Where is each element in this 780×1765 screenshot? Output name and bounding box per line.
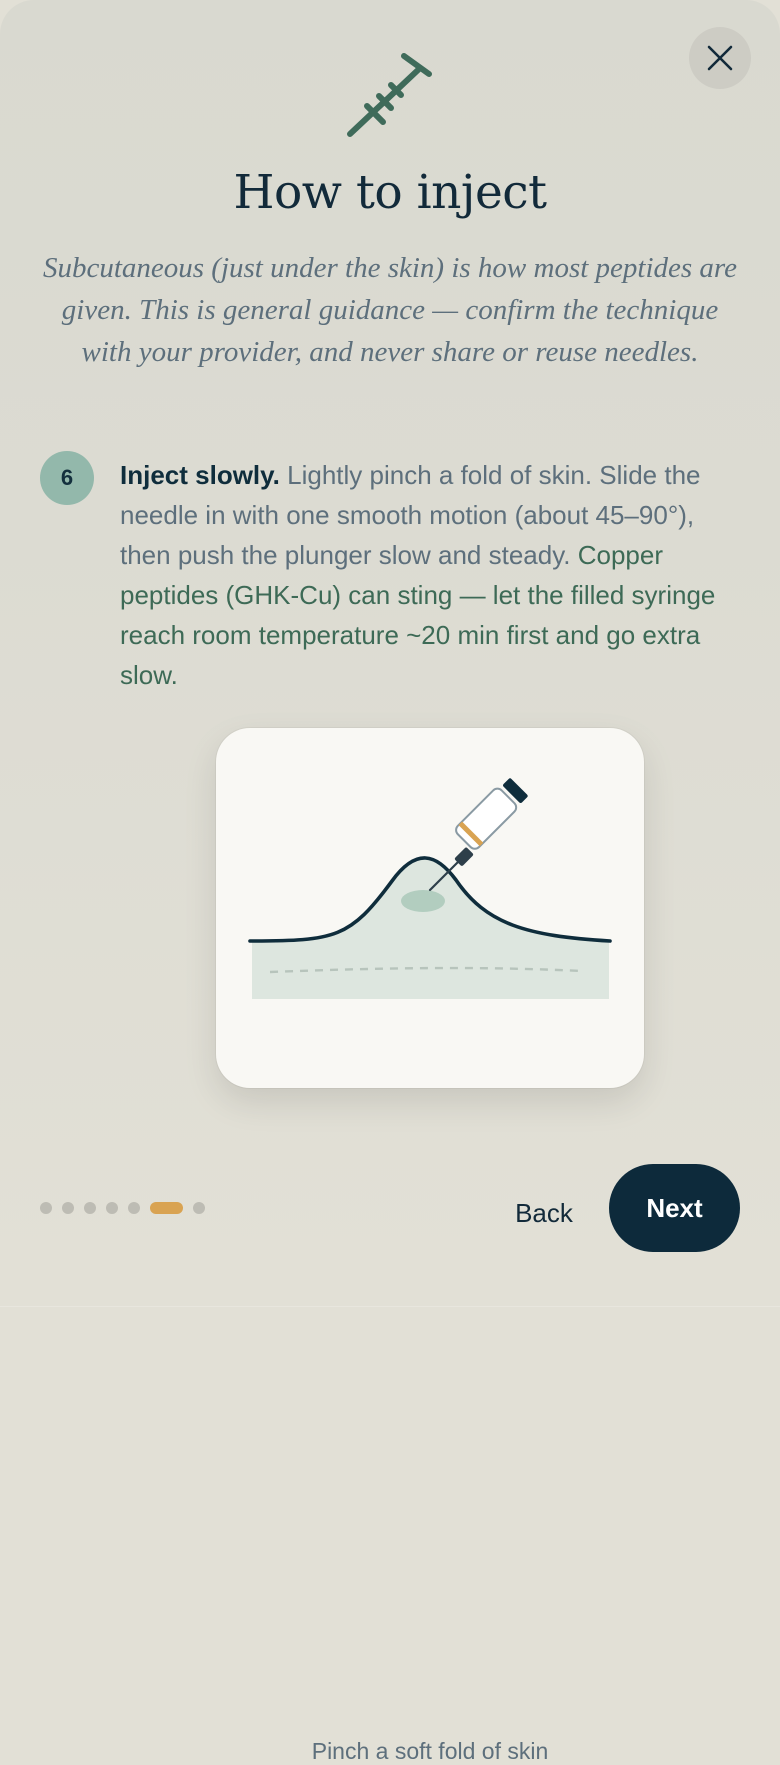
progress-dot	[40, 1202, 52, 1214]
step-progress-dots	[40, 1201, 205, 1215]
progress-dot	[62, 1202, 74, 1214]
next-button[interactable]: Next	[609, 1164, 740, 1252]
progress-dot	[106, 1202, 118, 1214]
progress-dot	[84, 1202, 96, 1214]
illustration-card: Pinch a soft fold of skin	[216, 728, 644, 1764]
back-button[interactable]: Back	[500, 1193, 588, 1233]
page-subtitle: Subcutaneous (just under the skin) is ho…	[42, 252, 738, 368]
skin-fold-illustration	[248, 778, 612, 999]
progress-dot	[193, 1202, 205, 1214]
step-number-badge: 6	[40, 451, 94, 505]
step-lead: Inject slowly.	[120, 460, 280, 490]
illustration-caption: Pinch a soft fold of skin	[311, 1738, 549, 1764]
close-icon	[707, 45, 733, 71]
step-instructions: Inject slowly. Lightly pinch a fold of s…	[120, 455, 745, 695]
modal-sheet: How to inject Subcutaneous (just under t…	[0, 0, 780, 1764]
page-title: How to inject	[233, 165, 547, 220]
close-button[interactable]	[689, 27, 751, 89]
progress-dot	[128, 1202, 140, 1214]
progress-dot	[150, 1202, 183, 1214]
syringe-icon	[347, 53, 432, 137]
